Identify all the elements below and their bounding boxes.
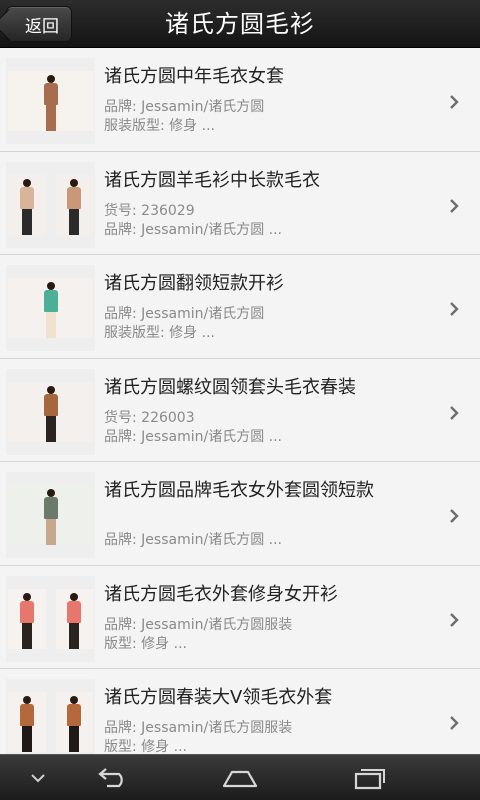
product-row[interactable]: 诸氏方圆中年毛衣女套 品牌: Jessamin/诸氏方圆 服装版型: 修身 ..… <box>0 48 480 152</box>
product-photo <box>55 174 93 235</box>
product-row[interactable]: 诸氏方圆品牌毛衣女外套圆领短款 品牌: Jessamin/诸氏方圆 ... <box>0 462 480 566</box>
model-figure <box>67 178 82 235</box>
page-title: 诸氏方圆毛衫 <box>165 10 315 38</box>
product-photo <box>8 692 46 752</box>
system-nav-bar <box>0 754 480 800</box>
model-figure <box>19 696 34 752</box>
title-bar: 返回 诸氏方圆毛衫 <box>0 0 480 48</box>
product-photo <box>8 71 93 131</box>
chevron-right-icon <box>448 405 460 420</box>
product-photo <box>8 174 46 235</box>
product-meta-line1: 货号: 236029 <box>104 202 195 219</box>
chevron-right-icon <box>448 508 460 523</box>
product-meta-line1: 品牌: Jessamin/诸氏方圆 <box>104 99 265 115</box>
back-button-label: 返回 <box>25 16 59 37</box>
product-meta-line1: 货号: 226003 <box>104 409 195 426</box>
product-row[interactable]: 诸氏方圆螺纹圆领套头毛衣春装 货号: 226003 品牌: Jessamin/诸… <box>0 358 480 462</box>
model-figure <box>19 178 34 235</box>
product-meta-line2: 品牌: Jessamin/诸氏方圆 ... <box>104 428 282 445</box>
product-thumbnail[interactable] <box>6 58 95 144</box>
chevron-right-icon <box>448 612 460 627</box>
model-figure <box>43 282 58 338</box>
product-photo <box>55 692 93 752</box>
product-thumbnail[interactable] <box>6 161 95 248</box>
product-meta-line2: 版型: 修身 ... <box>104 739 187 754</box>
product-meta-line2: 品牌: Jessamin/诸氏方圆 ... <box>104 532 282 548</box>
recent-apps-icon[interactable] <box>348 763 392 793</box>
product-meta-line2: 服装版型: 修身 ... <box>104 118 215 134</box>
product-meta-line2: 版型: 修身 ... <box>104 635 187 652</box>
product-meta-line1: 品牌: Jessamin/诸氏方圆服装 <box>104 720 293 736</box>
product-name: 诸氏方圆毛衣外套修身女开衫 <box>104 583 338 605</box>
chevron-down-icon[interactable] <box>24 763 52 793</box>
app-screen: 返回 诸氏方圆毛衫 诸氏方圆中年毛衣女套 品牌: Jessamin/诸氏方圆 服… <box>0 0 480 800</box>
product-thumbnail[interactable] <box>6 679 95 754</box>
product-row[interactable]: 诸氏方圆羊毛衫中长款毛衣 货号: 236029 品牌: Jessamin/诸氏方… <box>0 151 480 255</box>
product-name: 诸氏方圆螺纹圆领套头毛衣春装 <box>104 376 356 398</box>
model-figure <box>67 592 82 649</box>
model-figure <box>43 489 58 545</box>
model-figure <box>19 592 34 649</box>
product-name: 诸氏方圆羊毛衫中长款毛衣 <box>104 169 320 191</box>
product-name: 诸氏方圆中年毛衣女套 <box>104 66 284 87</box>
product-thumbnail[interactable] <box>6 368 95 455</box>
model-figure <box>43 385 58 442</box>
product-name: 诸氏方圆春装大V领毛衣外套 <box>104 687 333 708</box>
product-photo <box>8 278 93 338</box>
model-figure <box>67 696 82 752</box>
product-photo <box>8 588 46 649</box>
product-list[interactable]: 诸氏方圆中年毛衣女套 品牌: Jessamin/诸氏方圆 服装版型: 修身 ..… <box>0 48 480 754</box>
back-arrow-icon[interactable] <box>92 763 132 793</box>
product-thumbnail[interactable] <box>6 472 95 558</box>
product-name: 诸氏方圆品牌毛衣女外套圆领短款 <box>104 480 374 501</box>
chevron-right-icon <box>448 301 460 316</box>
product-thumbnail[interactable] <box>6 575 95 662</box>
product-meta-line1: 品牌: Jessamin/诸氏方圆 <box>104 306 265 322</box>
model-figure <box>43 75 58 131</box>
product-meta-line1: 品牌: Jessamin/诸氏方圆服装 <box>104 616 293 633</box>
product-name: 诸氏方圆翻领短款开衫 <box>104 273 284 294</box>
chevron-right-icon <box>448 94 460 109</box>
product-thumbnail[interactable] <box>6 265 95 351</box>
product-meta-line2: 品牌: Jessamin/诸氏方圆 ... <box>104 221 282 238</box>
chevron-right-icon <box>448 715 460 730</box>
product-row[interactable]: 诸氏方圆毛衣外套修身女开衫 品牌: Jessamin/诸氏方圆服装 版型: 修身… <box>0 565 480 669</box>
product-row[interactable]: 诸氏方圆春装大V领毛衣外套 品牌: Jessamin/诸氏方圆服装 版型: 修身… <box>0 669 480 754</box>
product-photo <box>8 381 93 442</box>
product-photo <box>8 485 93 545</box>
product-photo <box>55 588 93 649</box>
product-row[interactable]: 诸氏方圆翻领短款开衫 品牌: Jessamin/诸氏方圆 服装版型: 修身 ..… <box>0 255 480 359</box>
chevron-right-icon <box>448 198 460 213</box>
home-icon[interactable] <box>218 763 262 793</box>
product-meta-line2: 服装版型: 修身 ... <box>104 325 215 341</box>
